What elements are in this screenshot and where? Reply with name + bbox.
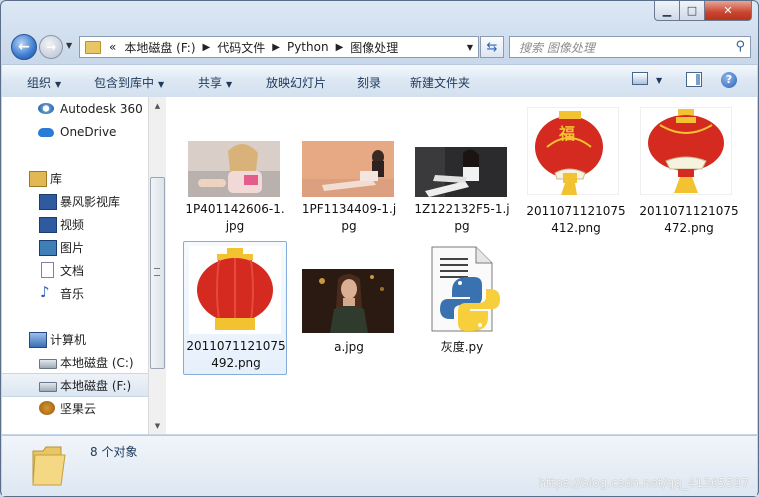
image-thumbnail: [302, 141, 394, 197]
scroll-down-arrow-icon[interactable]: ▼: [149, 417, 166, 434]
library-icon: [29, 171, 47, 187]
file-item[interactable]: 灰度.py: [410, 245, 514, 367]
arrow-right-icon: →: [45, 40, 57, 54]
file-item[interactable]: 1Z122132F5-1.j pg: [410, 137, 514, 237]
nav-item-autodesk[interactable]: Autodesk 360: [2, 98, 148, 120]
file-name: 2011071121075 412.png: [526, 204, 626, 235]
nav-item-music[interactable]: ♪ 音乐: [2, 282, 148, 304]
watermark: https://blog.csdn.net/qq_41365597: [538, 476, 749, 490]
view-icon[interactable]: [632, 72, 648, 85]
nav-item-pictures[interactable]: 图片: [2, 236, 148, 258]
nav-item-onedrive[interactable]: OneDrive: [2, 121, 148, 143]
nav-item-storm-video[interactable]: 暴风影视库: [2, 190, 148, 212]
explorer-window: ▁ □ ✕ ← → ▼ « 本地磁盘 (F:) ▶ 代码文件 ▶ Python …: [0, 0, 759, 497]
computer-icon: [29, 332, 47, 348]
arrow-left-icon: ←: [18, 39, 30, 55]
file-name: 1PF1134409-1.j pg: [301, 202, 397, 233]
file-item[interactable]: 1P401142606-1. jpg: [183, 137, 287, 237]
breadcrumb-item[interactable]: 代码文件: [217, 39, 265, 56]
minimize-button[interactable]: ▁: [654, 1, 680, 21]
nav-item-videos[interactable]: 视频: [2, 213, 148, 235]
details-pane: 8 个对象 https://blog.csdn.net/qq_41365597: [2, 435, 757, 496]
back-button[interactable]: ←: [11, 34, 37, 60]
close-button[interactable]: ✕: [705, 1, 752, 21]
window-controls: ▁ □ ✕: [654, 1, 752, 21]
nav-item-nutstore[interactable]: 坚果云: [2, 397, 148, 419]
file-item[interactable]: 福 2011071121075 412.png: [524, 107, 628, 239]
svg-text:福: 福: [558, 124, 575, 143]
preview-pane-icon[interactable]: [686, 72, 702, 87]
nav-item-drive-f[interactable]: 本地磁盘 (F:): [2, 373, 148, 397]
nav-scrollbar[interactable]: ▲ ▼: [148, 97, 166, 434]
file-name: 灰度.py: [440, 340, 484, 354]
file-name: 2011071121075 492.png: [186, 339, 286, 370]
grip-icon: [154, 268, 160, 276]
breadcrumb-overflow[interactable]: «: [109, 40, 116, 54]
chevron-right-icon[interactable]: ▶: [336, 42, 344, 53]
refresh-button[interactable]: ⇆: [480, 36, 504, 58]
nav-item-documents[interactable]: 文档: [2, 259, 148, 281]
file-name: a.jpg: [334, 340, 364, 354]
nav-item-drive-c[interactable]: 本地磁盘 (C:): [2, 351, 148, 373]
drive-icon: [39, 382, 57, 392]
recent-pages-dropdown[interactable]: ▼: [66, 41, 72, 50]
include-in-library-menu[interactable]: 包含到库中 ▼: [94, 74, 164, 91]
address-bar[interactable]: « 本地磁盘 (F:) ▶ 代码文件 ▶ Python ▶ 图像处理 ▼: [79, 36, 479, 58]
document-icon: [41, 262, 54, 278]
nav-item-libraries[interactable]: 库: [2, 167, 148, 189]
video-library-icon: [39, 194, 57, 210]
share-menu[interactable]: 共享 ▼: [198, 74, 232, 91]
music-icon: ♪: [40, 283, 50, 301]
chevron-down-icon[interactable]: ▼: [467, 43, 473, 52]
burn-button[interactable]: 刻录: [357, 74, 381, 91]
folder-icon: [32, 446, 66, 486]
command-bar: 组织 ▼ 包含到库中 ▼ 共享 ▼ 放映幻灯片 刻录 新建文件夹 ▼ ?: [2, 64, 757, 98]
file-item-selected[interactable]: 2011071121075 492.png: [183, 241, 287, 375]
lantern-thumbnail: 福: [527, 107, 619, 195]
search-input[interactable]: 搜索 图像处理 ⚲: [509, 36, 751, 58]
lantern-thumbnail: [189, 246, 281, 334]
organize-menu[interactable]: 组织 ▼: [27, 74, 61, 91]
folder-icon: [85, 40, 101, 54]
file-name: 1Z122132F5-1.j pg: [414, 202, 510, 233]
file-item[interactable]: 1PF1134409-1.j pg: [297, 137, 401, 237]
file-name: 1P401142606-1. jpg: [185, 202, 285, 233]
file-item[interactable]: a.jpg: [297, 267, 401, 367]
item-count: 8 个对象: [90, 445, 138, 459]
search-placeholder: 搜索 图像处理: [519, 40, 595, 55]
chevron-right-icon[interactable]: ▶: [272, 42, 280, 53]
file-name: 2011071121075 472.png: [639, 204, 739, 235]
slideshow-button[interactable]: 放映幻灯片: [266, 74, 326, 91]
python-file-icon: [431, 246, 500, 332]
breadcrumb: 本地磁盘 (F:) ▶ 代码文件 ▶ Python ▶ 图像处理: [124, 39, 398, 56]
forward-button[interactable]: →: [39, 35, 63, 59]
chevron-down-icon[interactable]: ▼: [656, 76, 662, 85]
maximize-button[interactable]: □: [680, 1, 705, 21]
lantern-thumbnail: [640, 107, 732, 195]
file-item[interactable]: 2011071121075 472.png: [637, 107, 741, 239]
file-list: 1P401142606-1. jpg 1PF1134409-1.j pg 1Z1…: [166, 97, 757, 434]
cloud-icon: [38, 128, 54, 137]
search-icon[interactable]: ⚲: [735, 39, 745, 54]
nutstore-icon: [39, 401, 55, 415]
breadcrumb-item[interactable]: 图像处理: [350, 39, 398, 56]
chevron-right-icon[interactable]: ▶: [203, 42, 211, 53]
breadcrumb-item[interactable]: 本地磁盘 (F:): [124, 39, 195, 56]
pictures-icon: [39, 240, 57, 256]
help-icon[interactable]: ?: [721, 72, 737, 88]
autodesk-icon: [38, 103, 54, 114]
image-thumbnail: [302, 269, 394, 333]
image-thumbnail: [188, 141, 280, 197]
breadcrumb-item[interactable]: Python: [287, 40, 329, 54]
refresh-icon: ⇆: [486, 39, 498, 55]
video-icon: [39, 217, 57, 233]
scroll-up-arrow-icon[interactable]: ▲: [149, 97, 166, 114]
navigation-pane: Autodesk 360 OneDrive 库 暴风影视库 视频 图片 文档 ♪: [2, 97, 148, 434]
drive-icon: [39, 359, 57, 369]
image-thumbnail: [415, 147, 507, 197]
new-folder-button[interactable]: 新建文件夹: [410, 74, 470, 91]
nav-item-computer[interactable]: 计算机: [2, 328, 148, 350]
